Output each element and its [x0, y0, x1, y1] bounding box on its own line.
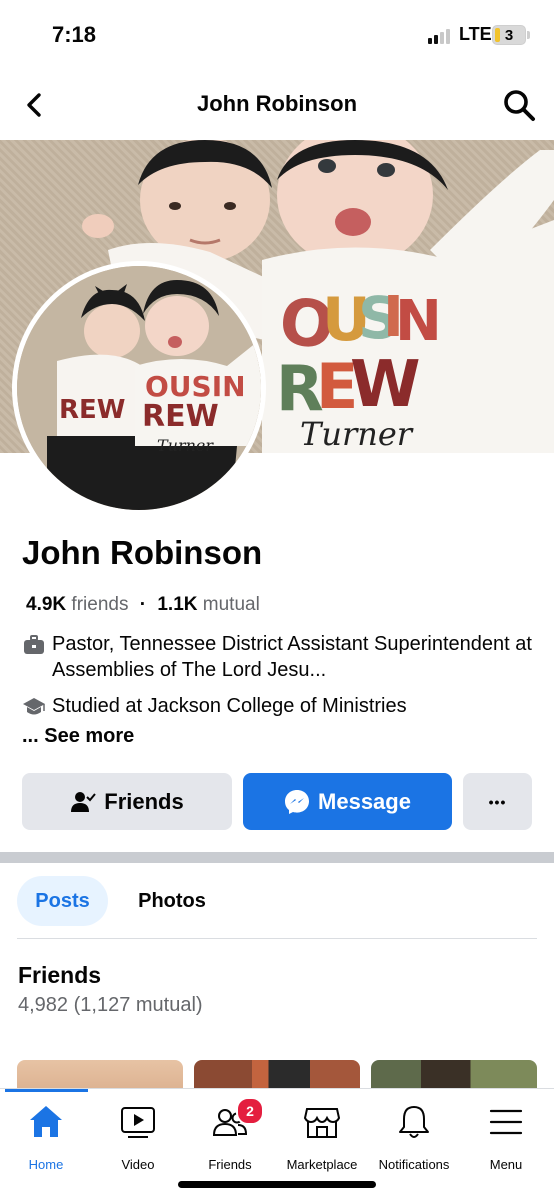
friends-stats[interactable]: 4.9K friends · 1.1K mutual — [26, 594, 260, 616]
more-options-icon: ••• — [488, 793, 507, 810]
bell-icon — [399, 1106, 429, 1138]
nav-notifications-label: Notifications — [378, 1157, 450, 1172]
tab-posts[interactable]: Posts — [17, 876, 108, 926]
mutual-count: 1.1K — [157, 594, 198, 615]
profile-picture[interactable]: OUSIN REW REW Turner — [12, 261, 266, 515]
friends-button[interactable]: Friends — [22, 773, 232, 830]
svg-text:REW: REW — [142, 399, 219, 434]
nav-menu-label: Menu — [489, 1157, 523, 1172]
marketplace-icon — [303, 1108, 341, 1138]
profile-picture-image: OUSIN REW REW Turner — [17, 266, 261, 510]
nav-video[interactable]: Video — [92, 1099, 184, 1173]
nav-menu[interactable]: Menu — [460, 1099, 552, 1173]
friends-section-count: 4,982 (1,127 mutual) — [18, 994, 203, 1016]
status-bar: 7:18 LTE 3 — [0, 0, 554, 70]
friends-button-label: Friends — [104, 788, 184, 814]
nav-video-label: Video — [121, 1157, 155, 1172]
nav-home-label: Home — [28, 1157, 64, 1172]
work-text: Pastor, Tennessee District Assistant Sup… — [52, 633, 532, 681]
nav-notifications[interactable]: Notifications — [368, 1099, 460, 1173]
message-button[interactable]: Message — [243, 773, 452, 830]
education-info: Studied at Jackson College of Ministries — [22, 693, 407, 719]
tab-photos[interactable]: Photos — [120, 876, 224, 926]
nav-marketplace[interactable]: Marketplace — [276, 1099, 368, 1173]
profile-name: John Robinson — [22, 534, 263, 571]
education-text: Studied at Jackson College of Ministries — [52, 695, 407, 717]
cellular-signal-icon — [428, 28, 454, 44]
video-icon — [121, 1107, 155, 1138]
graduation-cap-icon — [23, 698, 45, 715]
see-more-link[interactable]: ... See more — [22, 725, 134, 748]
svg-text:W: W — [350, 348, 421, 422]
friends-notification-badge: 2 — [236, 1097, 264, 1125]
person-check-icon — [71, 791, 97, 812]
briefcase-icon — [24, 635, 44, 654]
battery-level: 3 — [504, 27, 514, 44]
nav-friends[interactable]: 2 Friends — [184, 1097, 276, 1173]
search-icon[interactable] — [500, 86, 538, 124]
nav-friends-label: Friends — [208, 1157, 252, 1172]
menu-icon — [489, 1109, 523, 1135]
status-time: 7:18 — [52, 22, 97, 47]
header-title: John Robinson — [196, 91, 358, 116]
nav-home[interactable]: Home — [0, 1099, 92, 1173]
battery-icon: 3 — [492, 25, 526, 45]
work-info: Pastor, Tennessee District Assistant Sup… — [22, 631, 532, 683]
nav-marketplace-label: Marketplace — [286, 1157, 358, 1172]
friends-word: friends — [71, 594, 129, 615]
tabs-separator — [17, 938, 537, 939]
svg-text:N: N — [395, 289, 442, 354]
profile-header: John Robinson — [0, 70, 554, 140]
active-tab-indicator — [5, 1089, 88, 1092]
friends-section-title: Friends — [18, 962, 102, 988]
network-type: LTE — [459, 24, 492, 44]
more-options-button[interactable]: ••• — [463, 773, 532, 830]
message-button-label: Message — [318, 788, 411, 814]
messenger-icon — [285, 789, 310, 814]
mutual-word: mutual — [202, 594, 260, 615]
home-indicator — [178, 1181, 376, 1188]
friends-count: 4.9K — [26, 594, 67, 615]
svg-text:Turner: Turner — [157, 436, 214, 455]
svg-text:REW: REW — [59, 395, 125, 425]
section-divider — [0, 852, 554, 863]
svg-text:Turner: Turner — [300, 415, 414, 453]
home-icon — [30, 1106, 62, 1137]
